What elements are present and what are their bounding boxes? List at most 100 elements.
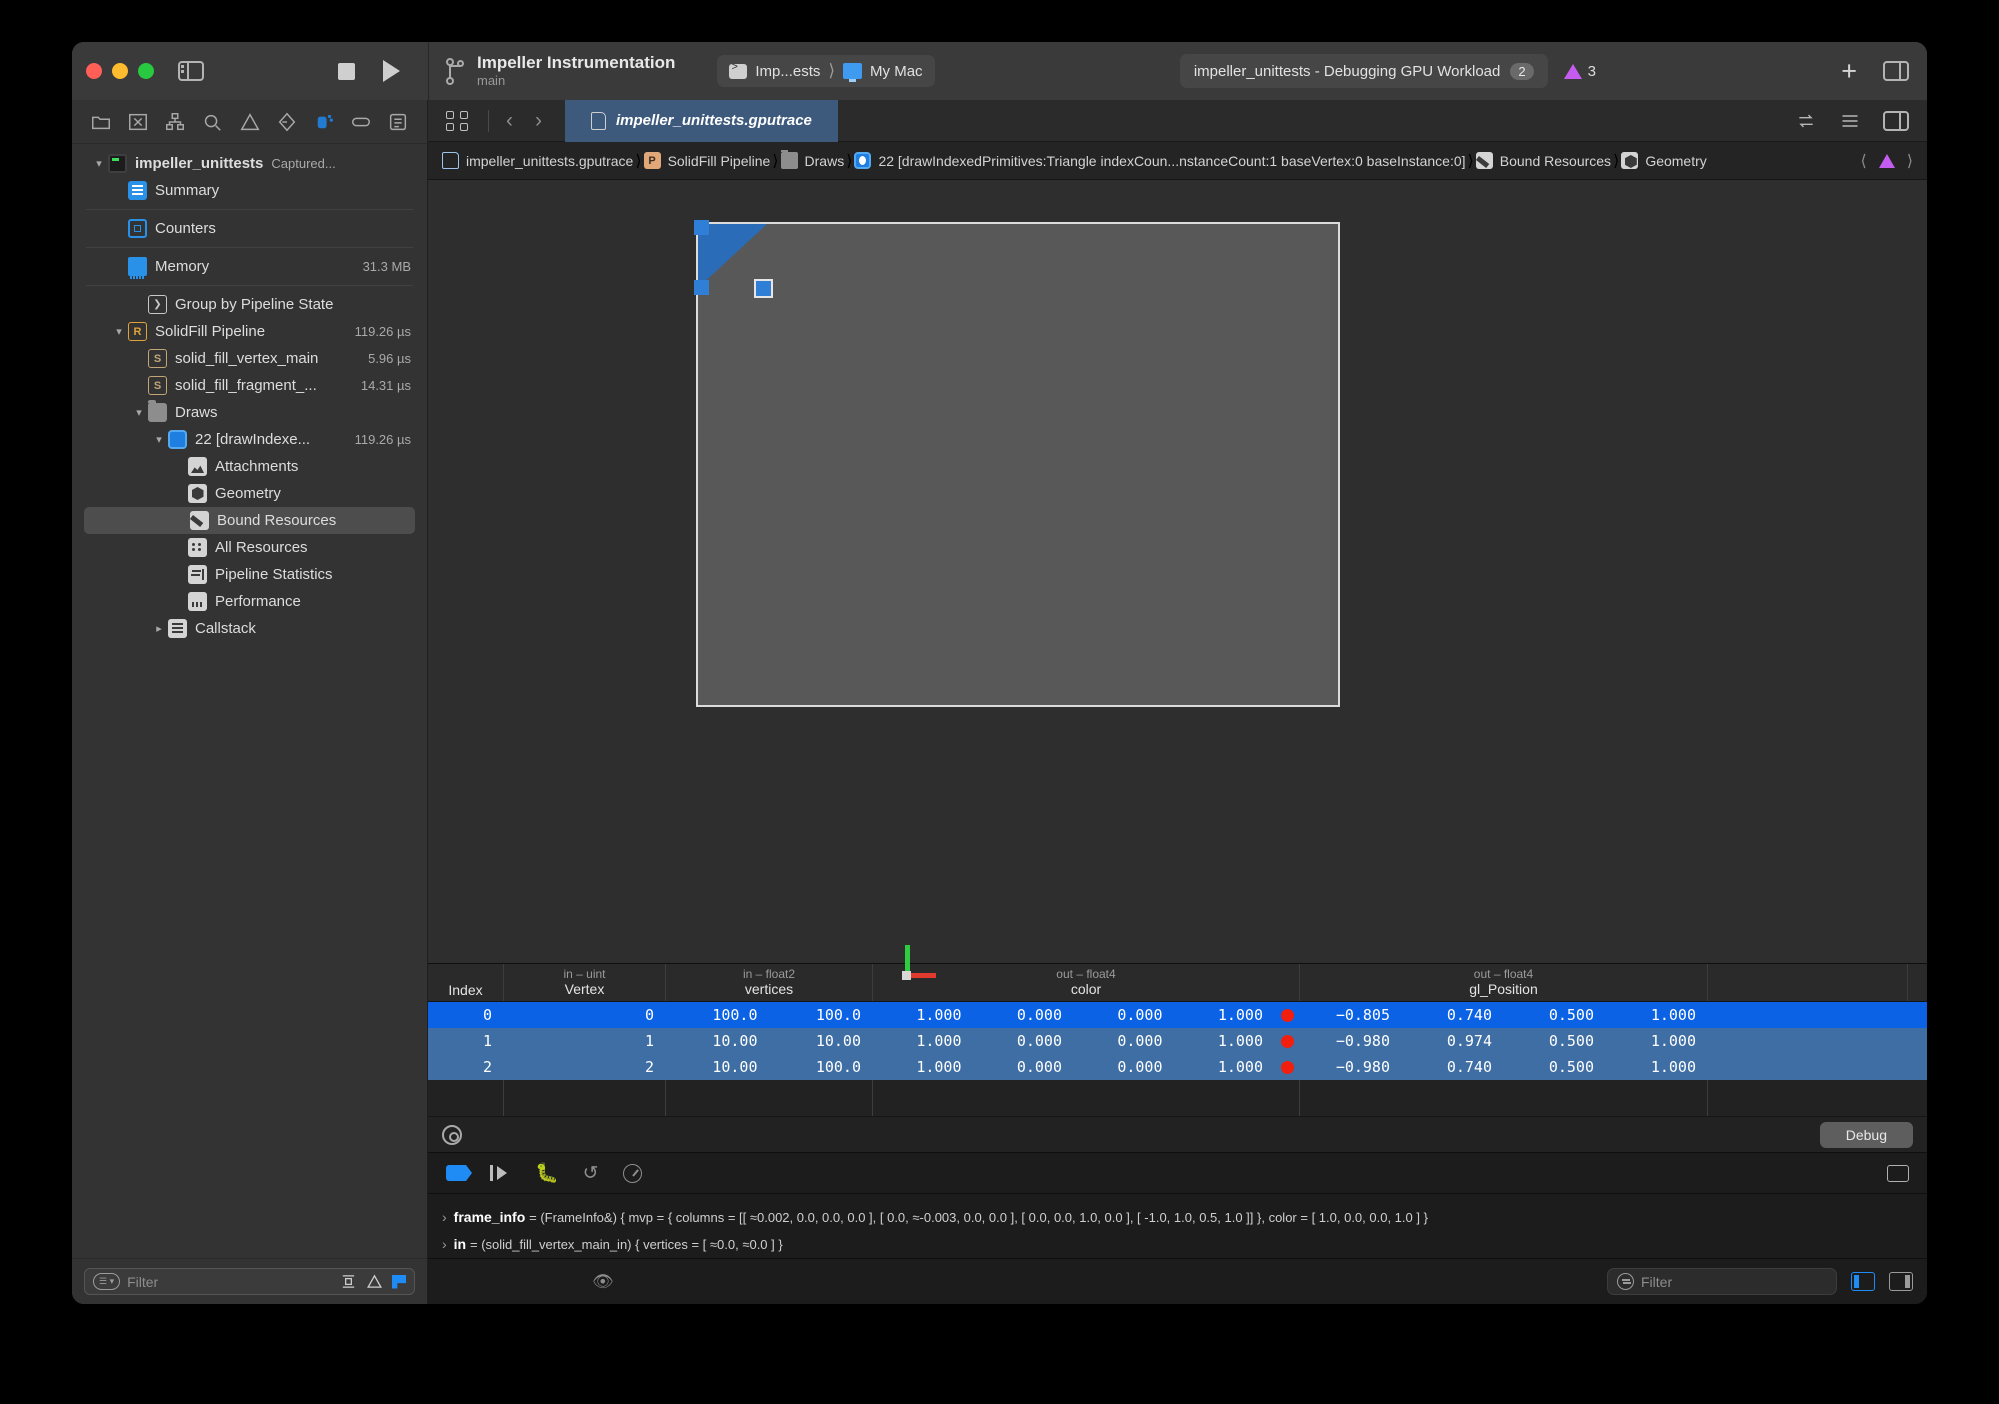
search-icon[interactable] xyxy=(201,111,223,133)
continue-icon[interactable] xyxy=(446,1165,472,1181)
test-icon[interactable] xyxy=(276,111,298,133)
sidebar-item-bound-resources[interactable]: Bound Resources xyxy=(84,507,415,534)
vertex-handle-2[interactable] xyxy=(694,280,709,295)
traffic-lights[interactable] xyxy=(86,63,154,79)
folder-icon[interactable] xyxy=(90,111,112,133)
geometry-icon xyxy=(1621,152,1639,169)
recent-filter-icon[interactable] xyxy=(340,1273,357,1290)
hierarchy-icon[interactable] xyxy=(164,111,186,133)
warning-triangle-icon[interactable] xyxy=(1878,153,1895,168)
debug-button[interactable]: Debug xyxy=(1819,1121,1913,1148)
flag-filter-icon[interactable] xyxy=(392,1274,406,1289)
console-panel-toggle-icon[interactable] xyxy=(1887,1164,1909,1182)
sidebar-item-pipeline-statistics[interactable]: Pipeline Statistics xyxy=(72,561,427,588)
issues-filter-icon[interactable] xyxy=(366,1273,383,1290)
sidebar-item-draws[interactable]: ▾ Draws xyxy=(72,399,427,426)
scheme-selector[interactable]: Imp...ests ⟩ My Mac xyxy=(717,55,935,87)
eye-icon[interactable]: 👁 xyxy=(592,1272,614,1292)
step-over-icon[interactable] xyxy=(490,1165,511,1181)
breadcrumb-item[interactable]: Draws xyxy=(780,150,844,169)
sidebar-item-performance[interactable]: Performance xyxy=(72,588,427,615)
breadcrumb-item[interactable]: P SolidFill Pipeline xyxy=(643,152,770,169)
breadcrumb-item[interactable]: Bound Resources xyxy=(1475,152,1611,169)
breadcrumb-prev-icon[interactable]: ⟨ xyxy=(1861,151,1867,171)
sidebar-item-group-by-pipeline-state[interactable]: ❯ Group by Pipeline State xyxy=(72,291,427,318)
gauge-icon[interactable] xyxy=(622,1163,642,1183)
table-row[interactable]: 2 2 10.00 100.0 1.000 0.000 0.000 1.000 −0.980 0.… xyxy=(428,1054,1927,1080)
sidebar-item-attachments[interactable]: Attachments xyxy=(72,453,427,480)
breadcrumb-item[interactable]: 22 [drawIndexedPrimitives:Triangle index… xyxy=(854,152,1466,169)
zoom-button[interactable] xyxy=(138,63,154,79)
disclosure-arrow-icon[interactable]: › xyxy=(442,1236,447,1252)
list-view-icon[interactable] xyxy=(1839,111,1861,131)
sidebar-item-solid-fill-fragment[interactable]: Ssolid_fill_fragment_... 14.31 µs xyxy=(72,372,427,399)
table-body[interactable]: 0 0 100.0 100.0 1.000 0.000 0.000 1.000 −0.805 0.… xyxy=(428,1002,1927,1080)
bug-icon[interactable]: 🐛 xyxy=(535,1161,559,1185)
filter-options-icon[interactable]: ☰ ▾ xyxy=(93,1273,121,1290)
column-header[interactable] xyxy=(1708,964,1908,1001)
warning-icon[interactable] xyxy=(239,111,261,133)
disclosure-triangle-icon[interactable]: ▾ xyxy=(90,157,108,170)
show-console-toggle-icon[interactable] xyxy=(1889,1272,1913,1291)
breadcrumb-item[interactable]: Geometry xyxy=(1621,152,1707,169)
sidebar-item-solidfill-pipeline[interactable]: ▾ R SolidFill Pipeline 119.26 µs xyxy=(72,318,427,345)
sidebar-item-impeller-unittests[interactable]: ▾ impeller_unittests Captured... xyxy=(72,150,427,177)
editor-panel-toggle-icon[interactable] xyxy=(1883,110,1909,131)
gear-icon[interactable] xyxy=(442,1124,462,1145)
sidebar-item-22-drawindexe[interactable]: ▾ 22 [drawIndexe... 119.26 µs xyxy=(72,426,427,453)
gpu-trace-tree[interactable]: ▾ impeller_unittests Captured... Summary Cou… xyxy=(72,144,427,1258)
breadcrumb[interactable]: impeller_unittests.gputrace ⟩ P SolidFill P… xyxy=(428,142,1927,180)
activity-status[interactable]: impeller_unittests - Debugging GPU Workl… xyxy=(1179,54,1548,88)
geometry-viewport[interactable] xyxy=(428,180,1927,980)
sidebar-item-counters[interactable]: Counters xyxy=(72,215,427,242)
tab-gputrace[interactable]: impeller_unittests.gputrace xyxy=(565,99,838,142)
run-button[interactable] xyxy=(383,60,400,82)
close-button[interactable] xyxy=(86,63,102,79)
table-row[interactable]: 0 0 100.0 100.0 1.000 0.000 0.000 1.000 −0.805 0.… xyxy=(428,1002,1927,1028)
warning-indicator[interactable]: 3 xyxy=(1563,63,1596,80)
add-icon[interactable]: + xyxy=(1841,57,1857,85)
sidebar-item-summary[interactable]: Summary xyxy=(72,177,427,204)
sidebar-item-memory[interactable]: Memory 31.3 MB xyxy=(72,253,427,280)
stop-button[interactable] xyxy=(338,62,355,80)
disclosure-arrow-icon[interactable]: › xyxy=(442,1209,447,1225)
show-variables-toggle-icon[interactable] xyxy=(1851,1272,1875,1291)
sidebar-item-geometry[interactable]: Geometry xyxy=(72,480,427,507)
assistant-grid-icon[interactable] xyxy=(446,110,468,132)
disclosure-triangle-icon[interactable]: ▸ xyxy=(150,622,168,635)
refresh-icon[interactable]: ↺ xyxy=(583,1162,599,1185)
console-filter-input[interactable]: Filter xyxy=(1607,1268,1837,1295)
column-header[interactable]: out – float4 gl_Position xyxy=(1300,964,1708,1001)
variable-row[interactable]: › in = (solid_fill_vertex_main_in) { vert… xyxy=(442,1231,1913,1258)
variable-row[interactable]: › frame_info = (FrameInfo&) { mvp = { col… xyxy=(442,1204,1913,1231)
back-button[interactable]: ‹ xyxy=(495,109,524,133)
sidebar-item-callstack[interactable]: ▸ Callstack xyxy=(72,615,427,642)
disclosure-triangle-icon[interactable]: ▾ xyxy=(110,325,128,338)
report-icon[interactable] xyxy=(387,111,409,133)
sidebar-toggle-icon[interactable] xyxy=(178,61,204,81)
breadcrumb-item[interactable]: impeller_unittests.gputrace xyxy=(442,152,633,169)
minimize-button[interactable] xyxy=(112,63,128,79)
disclosure-triangle-icon[interactable]: ▾ xyxy=(130,406,148,419)
vertex-data-table[interactable]: Index in – uint Vertex in – float2 vertices o… xyxy=(428,963,1927,1116)
render-preview[interactable] xyxy=(694,220,1340,707)
swap-icon[interactable] xyxy=(1795,111,1817,131)
column-header[interactable]: in – float2 vertices xyxy=(666,964,873,1001)
source-control-icon[interactable] xyxy=(127,111,149,133)
disclosure-triangle-icon[interactable]: ▾ xyxy=(150,433,168,446)
inspector-toggle-icon[interactable] xyxy=(1883,61,1909,81)
column-header[interactable]: Index xyxy=(428,964,504,1001)
cell-vertices: 10.00 xyxy=(815,1032,861,1050)
sidebar-item-all-resources[interactable]: All Resources xyxy=(72,534,427,561)
breakpoint-icon[interactable] xyxy=(350,111,372,133)
breadcrumb-next-icon[interactable]: ⟩ xyxy=(1907,151,1913,171)
column-header[interactable]: in – uint Vertex xyxy=(504,964,666,1001)
variables-list[interactable]: › frame_info = (FrameInfo&) { mvp = { col… xyxy=(428,1194,1927,1258)
vertex-handle-selected[interactable] xyxy=(754,279,773,298)
filter-input[interactable]: ☰ ▾ Filter xyxy=(84,1268,415,1295)
sidebar-item-solid-fill-vertex-main[interactable]: Ssolid_fill_vertex_main 5.96 µs xyxy=(72,345,427,372)
debug-session-icon[interactable] xyxy=(313,111,335,133)
forward-button[interactable]: › xyxy=(524,109,553,133)
table-row[interactable]: 1 1 10.00 10.00 1.000 0.000 0.000 1.000 −0.980 0.… xyxy=(428,1028,1927,1054)
vertex-handle-1[interactable] xyxy=(694,220,709,235)
